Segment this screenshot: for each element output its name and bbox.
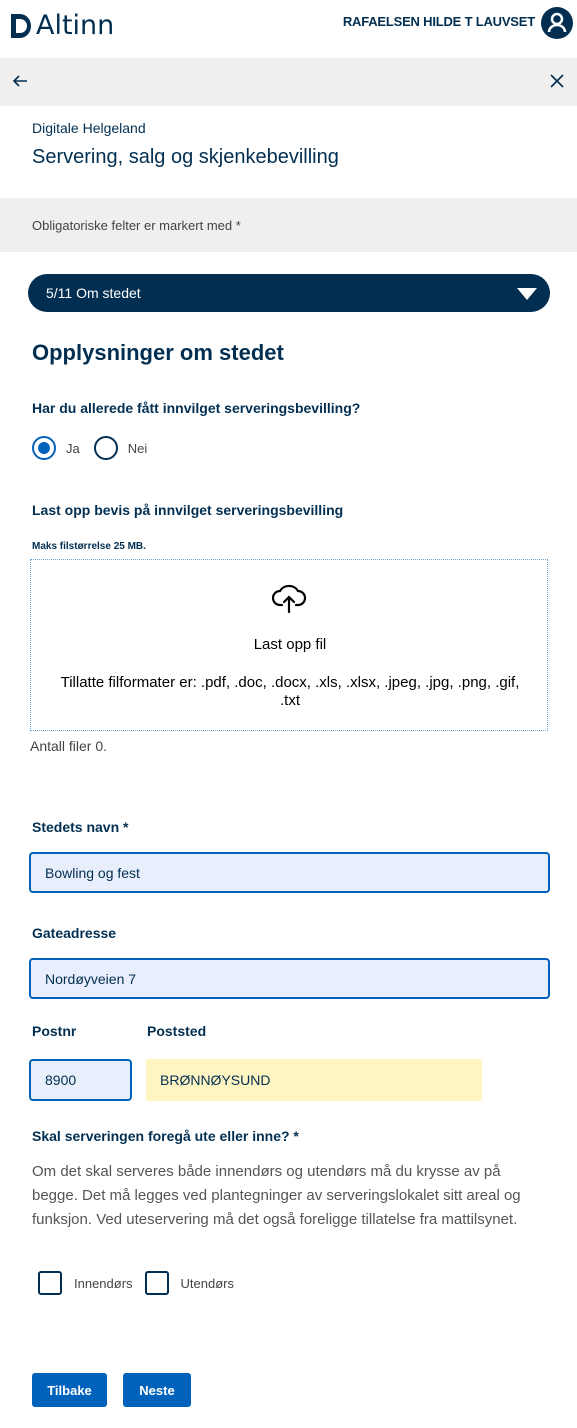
postal-code-label: Postnr	[32, 1023, 77, 1039]
next-button[interactable]: Neste	[123, 1373, 191, 1407]
page-navigation-dropdown[interactable]: 5/11 Om stedet	[28, 274, 550, 312]
user-icon	[547, 12, 567, 33]
location-checkbox-group: Innendørs Utendørs	[38, 1271, 246, 1295]
page-title: Servering, salg og skjenkebevilling	[32, 146, 339, 168]
cloud-upload-icon	[271, 584, 307, 614]
radio-ja[interactable]	[32, 436, 56, 460]
street-address-input[interactable]: Nordøyveien 7	[29, 958, 550, 999]
postal-place-label: Poststed	[147, 1023, 207, 1039]
back-arrow-icon[interactable]	[10, 71, 30, 91]
upload-label: Last opp bevis på innvilget serveringsbe…	[32, 502, 344, 518]
street-address-label: Gateadresse	[32, 925, 117, 941]
form-navbar	[0, 58, 577, 106]
organization-name: Digitale Helgeland	[32, 120, 146, 136]
radio-nei-label[interactable]: Nei	[128, 441, 148, 456]
brand-name: Altinn	[36, 10, 115, 41]
location-description: Om det skal serveres både innendørs og u…	[32, 1163, 521, 1228]
avatar[interactable]	[541, 7, 573, 39]
checkbox-utendors-label[interactable]: Utendørs	[181, 1276, 234, 1291]
close-icon[interactable]	[547, 71, 567, 91]
place-name-label: Stedets navn *	[32, 819, 129, 835]
section-title: Opplysninger om stedet	[32, 340, 284, 365]
max-file-size: Maks filstørrelse 25 MB.	[32, 541, 146, 552]
allowed-formats: Tillatte filformater er: .pdf, .doc, .do…	[60, 674, 520, 709]
current-page-label: 5/11 Om stedet	[46, 285, 141, 301]
serving-license-question: Har du allerede fått innvilget servering…	[32, 400, 361, 416]
file-dropzone[interactable]: Last opp fil Tillatte filformater er: .p…	[30, 559, 548, 731]
serving-license-radio-group: Ja Nei	[32, 436, 161, 460]
postal-code-input[interactable]: 8900	[29, 1059, 132, 1101]
location-question: Skal serveringen foregå ute eller inne? …	[32, 1128, 299, 1144]
dropzone-title: Last opp fil	[253, 636, 327, 653]
file-count: Antall filer 0.	[30, 738, 108, 754]
checkbox-innendors[interactable]	[38, 1271, 62, 1295]
top-bar: Altinn RAFAELSEN HILDE T LAUVSET	[0, 0, 577, 48]
user-name[interactable]: RAFAELSEN HILDE T LAUVSET	[343, 14, 535, 29]
back-button[interactable]: Tilbake	[32, 1373, 107, 1407]
checkbox-innendors-label[interactable]: Innendørs	[74, 1276, 133, 1291]
altinn-logo[interactable]: Altinn	[8, 10, 114, 41]
place-name-input[interactable]: Bowling og fest	[29, 852, 550, 893]
radio-ja-label[interactable]: Ja	[66, 441, 80, 456]
postal-place-field: BRØNNØYSUND	[146, 1059, 482, 1101]
checkbox-utendors[interactable]	[144, 1271, 169, 1295]
altinn-logo-icon	[11, 13, 31, 38]
caret-down-icon	[517, 288, 537, 300]
required-note: Obligatoriske felter er markert med *	[32, 218, 241, 233]
radio-nei[interactable]	[93, 436, 118, 460]
